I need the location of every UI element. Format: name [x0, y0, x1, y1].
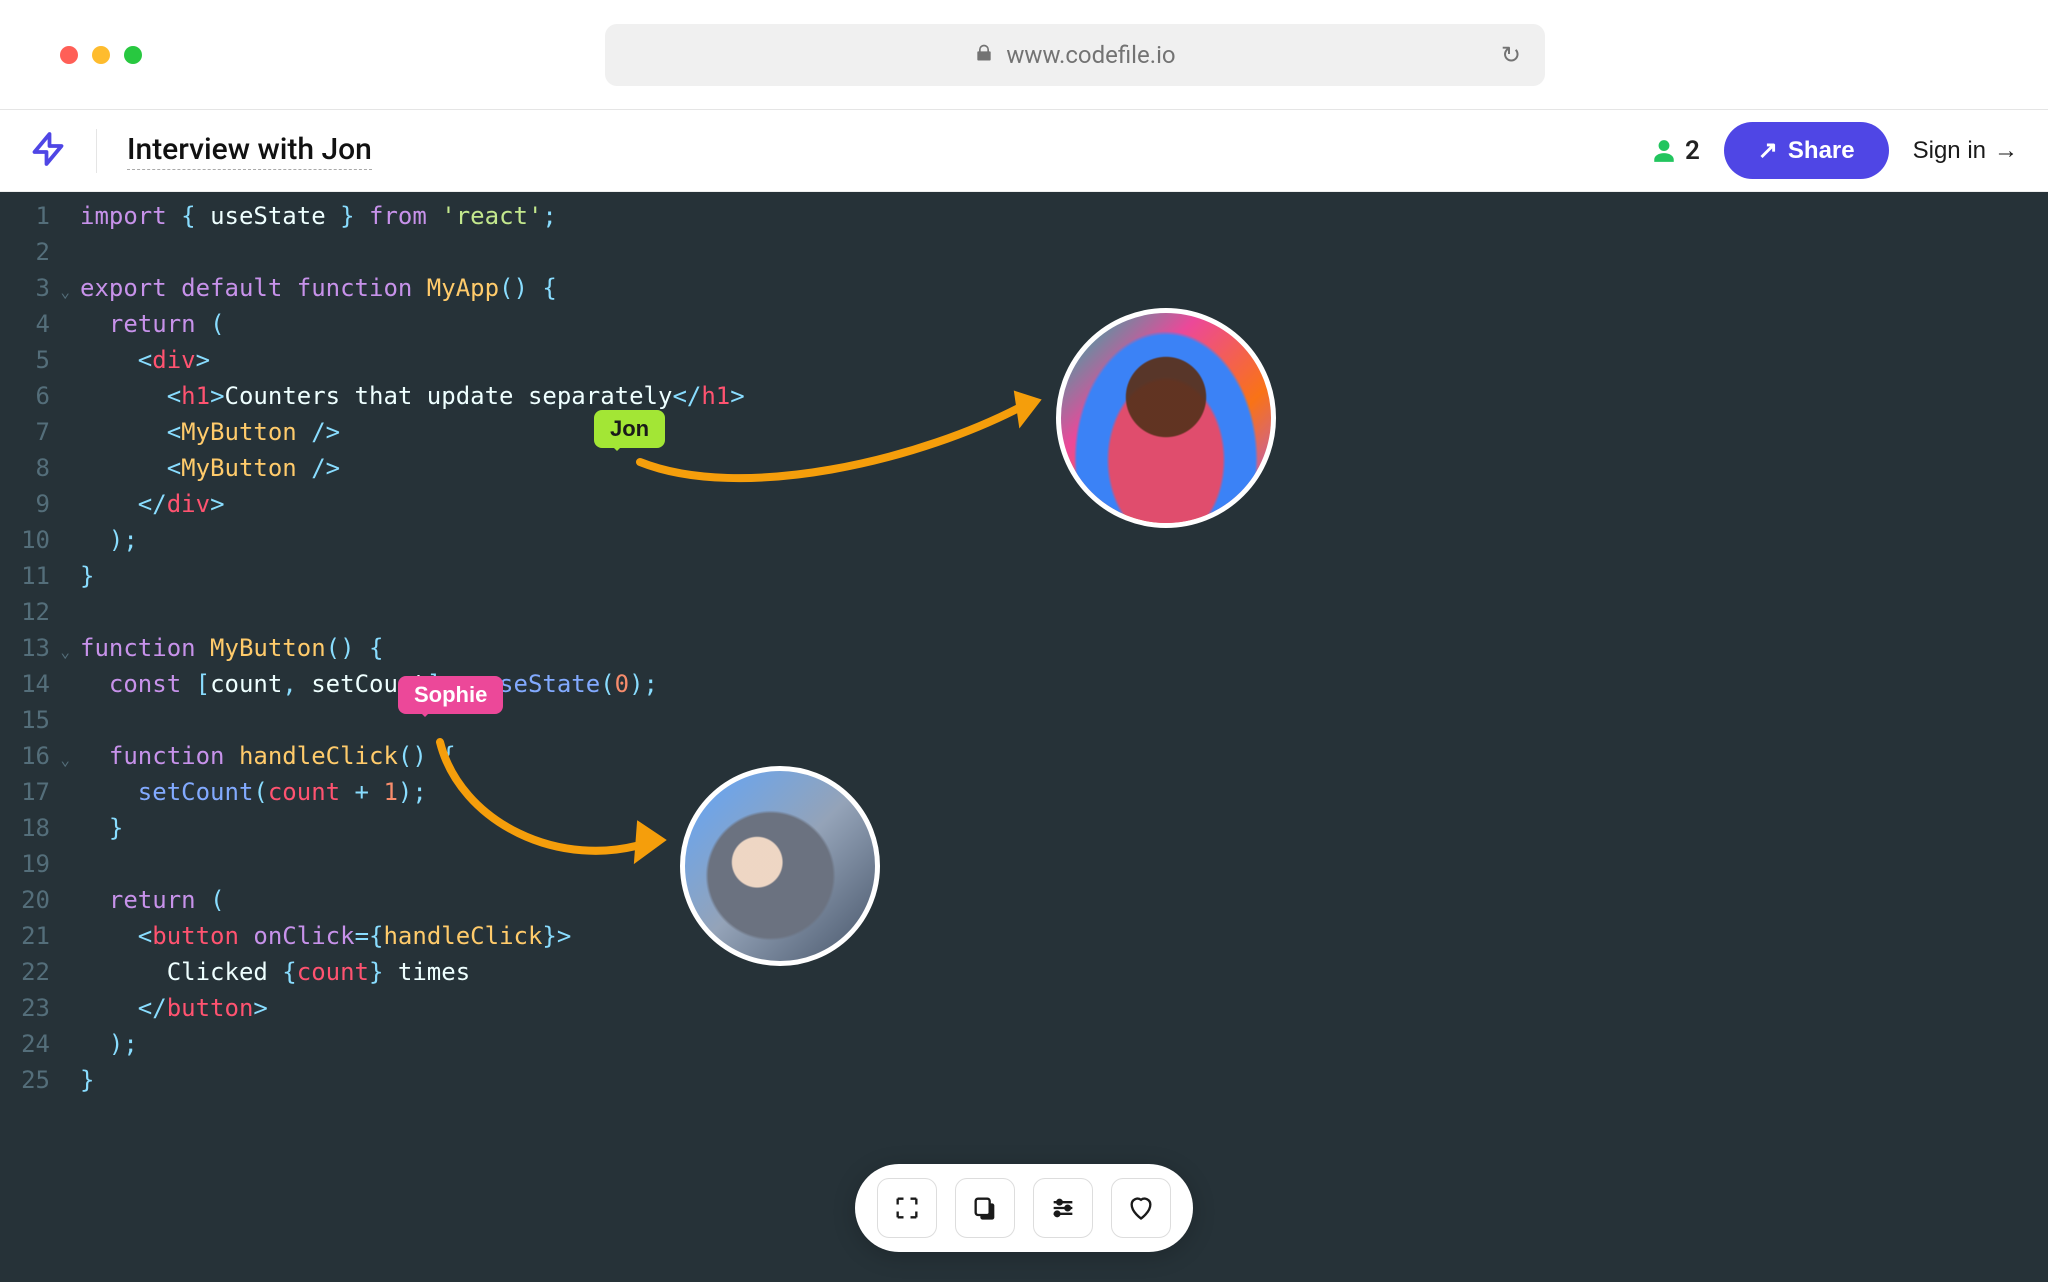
code-line[interactable]: setCount(count + 1);	[80, 774, 745, 810]
line-number-gutter: 1234567891011121314151617181920212223242…	[0, 192, 56, 1282]
line-number: 22	[0, 954, 56, 990]
cursor-label-jon: Jon	[594, 410, 665, 448]
code-editor[interactable]: 1234567891011121314151617181920212223242…	[0, 192, 2048, 1282]
line-number: 12	[0, 594, 56, 630]
app-logo-icon[interactable]	[30, 131, 66, 171]
line-number: 1	[0, 198, 56, 234]
line-number: 14	[0, 666, 56, 702]
code-line[interactable]: return (	[80, 882, 745, 918]
line-number: 7	[0, 414, 56, 450]
line-number: 11	[0, 558, 56, 594]
traffic-lights	[60, 46, 142, 64]
line-number: 6	[0, 378, 56, 414]
share-label: Share	[1788, 137, 1855, 165]
avatar-sophie	[680, 766, 880, 966]
line-number: 3	[0, 270, 56, 306]
code-line[interactable]: );	[80, 522, 745, 558]
signin-label: Sign in	[1913, 137, 1986, 165]
code-line[interactable]	[80, 846, 745, 882]
line-number: 2	[0, 234, 56, 270]
user-count-value: 2	[1685, 136, 1700, 166]
line-number: 21	[0, 918, 56, 954]
favorite-button[interactable]	[1111, 1178, 1171, 1238]
code-line[interactable]: }	[80, 558, 745, 594]
code-line[interactable]: <button onClick={handleClick}>	[80, 918, 745, 954]
line-number: 24	[0, 1026, 56, 1062]
line-number: 16	[0, 738, 56, 774]
cursor-label-sophie: Sophie	[398, 676, 503, 714]
code-content[interactable]: import { useState } from 'react'; export …	[56, 192, 745, 1282]
user-count: 2	[1651, 136, 1700, 166]
browser-chrome: www.codefile.io ↻	[0, 0, 2048, 110]
fullscreen-icon	[893, 1194, 921, 1222]
line-number: 15	[0, 702, 56, 738]
maximize-window-button[interactable]	[124, 46, 142, 64]
code-line[interactable]: export default function MyApp() {	[80, 270, 745, 306]
user-icon	[1651, 138, 1677, 164]
line-number: 5	[0, 342, 56, 378]
line-number: 20	[0, 882, 56, 918]
code-line[interactable]: return (	[80, 306, 745, 342]
share-arrow-icon: ↗	[1758, 136, 1778, 165]
fullscreen-button[interactable]	[877, 1178, 937, 1238]
app-header: Interview with Jon 2 ↗ Share Sign in →	[0, 110, 2048, 192]
copy-button[interactable]	[955, 1178, 1015, 1238]
line-number: 4	[0, 306, 56, 342]
avatar-jon	[1056, 308, 1276, 528]
code-line[interactable]: <h1>Counters that update separately</h1>	[80, 378, 745, 414]
code-line[interactable]: Clicked {count} times	[80, 954, 745, 990]
code-line[interactable]: <MyButton />	[80, 450, 745, 486]
line-number: 18	[0, 810, 56, 846]
code-line[interactable]: </button>	[80, 990, 745, 1026]
copy-icon	[971, 1194, 999, 1222]
code-line[interactable]: );	[80, 1026, 745, 1062]
lock-icon	[974, 43, 994, 67]
code-line[interactable]	[80, 594, 745, 630]
line-number: 8	[0, 450, 56, 486]
close-window-button[interactable]	[60, 46, 78, 64]
settings-button[interactable]	[1033, 1178, 1093, 1238]
minimize-window-button[interactable]	[92, 46, 110, 64]
line-number: 23	[0, 990, 56, 1026]
divider	[96, 129, 97, 173]
line-number: 25	[0, 1062, 56, 1098]
code-line[interactable]: function MyButton() {	[80, 630, 745, 666]
line-number: 17	[0, 774, 56, 810]
url-text: www.codefile.io	[1006, 41, 1175, 69]
arrow-right-icon: →	[1994, 137, 2018, 165]
code-line[interactable]: </div>	[80, 486, 745, 522]
line-number: 9	[0, 486, 56, 522]
code-line[interactable]: }	[80, 1062, 745, 1098]
line-number: 10	[0, 522, 56, 558]
code-line[interactable]: import { useState } from 'react';	[80, 198, 745, 234]
document-title[interactable]: Interview with Jon	[127, 132, 372, 170]
reload-icon[interactable]: ↻	[1501, 41, 1521, 69]
line-number: 19	[0, 846, 56, 882]
code-line[interactable]: }	[80, 810, 745, 846]
bottom-toolbar	[855, 1164, 1193, 1252]
line-number: 13	[0, 630, 56, 666]
code-line[interactable]: <div>	[80, 342, 745, 378]
share-button[interactable]: ↗ Share	[1724, 122, 1889, 179]
sliders-icon	[1049, 1194, 1077, 1222]
code-line[interactable]	[80, 234, 745, 270]
url-bar[interactable]: www.codefile.io ↻	[605, 24, 1545, 86]
signin-button[interactable]: Sign in →	[1913, 137, 2018, 165]
code-line[interactable]: function handleClick() {	[80, 738, 745, 774]
heart-icon	[1127, 1194, 1155, 1222]
